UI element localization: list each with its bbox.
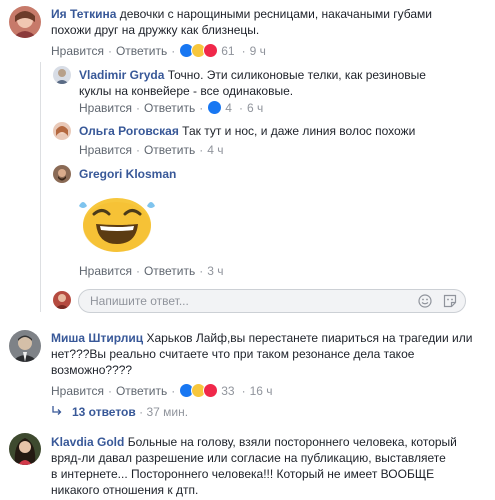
reply-actions: Нравится · Ответить · 4 · 6 ч	[79, 100, 263, 115]
comment-text-line: похожи друг на дружку как близнецы.	[51, 23, 260, 37]
comment-body: Миша Штирлиц Харьков Лайф,вы перестанете…	[51, 330, 481, 378]
like-reaction-icon	[207, 100, 223, 115]
reply-link[interactable]: Ответить	[144, 264, 195, 278]
reply-author[interactable]: Gregori Klosman	[79, 167, 176, 181]
avatar[interactable]	[53, 122, 71, 140]
separator-dot: ·	[241, 383, 246, 398]
timestamp[interactable]: 3 ч	[207, 264, 223, 278]
reply-author[interactable]: Vladimir Gryda	[79, 68, 164, 82]
timestamp[interactable]: 6 ч	[247, 101, 263, 115]
reactions[interactable]: 33	[179, 383, 235, 398]
reply-body: Vladimir Gryda Точно. Эти силиконовые те…	[79, 67, 479, 99]
reactions[interactable]: 4	[207, 100, 232, 115]
reply-input-placeholder: Напишите ответ...	[90, 294, 189, 308]
like-link[interactable]: Нравится	[51, 384, 104, 398]
like-link[interactable]: Нравится	[79, 264, 132, 278]
comment-text-line: в интернете... Постороннего человека!!! …	[51, 467, 435, 481]
timestamp[interactable]: 4 ч	[207, 143, 223, 157]
emoji-icon[interactable]	[418, 294, 432, 308]
comment-body: Klavdia Gold Больные на голову, взяли по…	[51, 434, 491, 498]
comment-actions: Нравится · Ответить · 61 · 9 ч	[51, 43, 266, 58]
like-link[interactable]: Нравится	[51, 44, 104, 58]
comment-text-line: никакого отношения к дтп.	[51, 483, 199, 497]
reply-actions: Нравится · Ответить · 3 ч	[79, 264, 224, 278]
timestamp[interactable]: 9 ч	[250, 44, 266, 58]
comment-text-line: нет???Вы реально считаете что при таком …	[51, 347, 415, 361]
more-replies-label[interactable]: 13 ответов	[72, 405, 136, 419]
avatar[interactable]	[9, 330, 41, 362]
reply-text-line: Так тут и нос, и даже линия волос похожи	[182, 124, 416, 138]
separator-dot: ·	[199, 264, 204, 278]
avatar[interactable]	[53, 66, 71, 84]
reactions-count: 4	[225, 100, 232, 115]
reply-link[interactable]: Ответить	[144, 143, 195, 157]
reactions-count: 61	[221, 43, 235, 58]
avatar[interactable]	[53, 165, 71, 183]
reply-link[interactable]: Ответить	[116, 384, 167, 398]
separator-dot: ·	[135, 143, 140, 157]
avatar[interactable]	[9, 6, 41, 38]
separator-dot: ·	[171, 383, 176, 398]
comment-actions: Нравится · Ответить · 33 · 16 ч	[51, 383, 273, 398]
comment-text-line: вряд-ли давал разрешение или согласие на…	[51, 451, 446, 465]
comment-author[interactable]: Klavdia Gold	[51, 435, 124, 449]
separator-dot: ·	[135, 264, 140, 278]
more-replies-time: 37 мин.	[146, 405, 189, 419]
reply-author[interactable]: Ольга Роговская	[79, 124, 179, 138]
separator-dot: ·	[171, 43, 176, 58]
comment-text-line: Харьков Лайф,вы перестанете пиариться на…	[146, 331, 473, 345]
reactions-count: 33	[221, 383, 235, 398]
comment-text-line: девочки с нарощиными ресницами, накачаны…	[119, 7, 432, 21]
reply-arrow-icon	[51, 405, 63, 417]
comment-text-line: возможно????	[51, 363, 133, 377]
current-user-avatar	[53, 291, 71, 309]
reply-link[interactable]: Ответить	[116, 44, 167, 58]
view-more-replies[interactable]: 13 ответов · 37 мин.	[72, 405, 188, 419]
separator-dot: ·	[107, 43, 112, 58]
separator-dot: ·	[135, 100, 140, 115]
separator-dot: ·	[241, 43, 246, 58]
thread-line	[40, 62, 41, 312]
love-reaction-icon	[203, 43, 219, 58]
comment-text-line: Больные на голову, взяли постороннего че…	[127, 435, 457, 449]
reply-body: Gregori Klosman	[79, 166, 479, 182]
reply-link[interactable]: Ответить	[144, 101, 195, 115]
like-link[interactable]: Нравится	[79, 143, 132, 157]
separator-dot: ·	[107, 383, 112, 398]
separator-dot: ·	[199, 100, 204, 115]
reply-text-line: куклы на конвейере - все одинаковые.	[79, 84, 294, 98]
reactions[interactable]: 61	[179, 43, 235, 58]
comment-author[interactable]: Ия Теткина	[51, 7, 116, 21]
separator-dot: ·	[238, 100, 243, 115]
separator-dot: ·	[199, 143, 204, 157]
reply-body: Ольга Роговская Так тут и нос, и даже ли…	[79, 123, 479, 139]
love-reaction-icon	[203, 383, 219, 398]
timestamp[interactable]: 16 ч	[250, 384, 273, 398]
reply-actions: Нравится · Ответить · 4 ч	[79, 143, 224, 157]
comment-author[interactable]: Миша Штирлиц	[51, 331, 143, 345]
like-link[interactable]: Нравится	[79, 101, 132, 115]
reply-text-line: Точно. Эти силиконовые телки, как резино…	[167, 68, 426, 82]
avatar[interactable]	[9, 433, 41, 465]
sticker-icon[interactable]	[443, 294, 457, 308]
comment-body: Ия Теткина девочки с нарощиными ресницам…	[51, 6, 481, 38]
laughing-sticker	[76, 192, 158, 254]
